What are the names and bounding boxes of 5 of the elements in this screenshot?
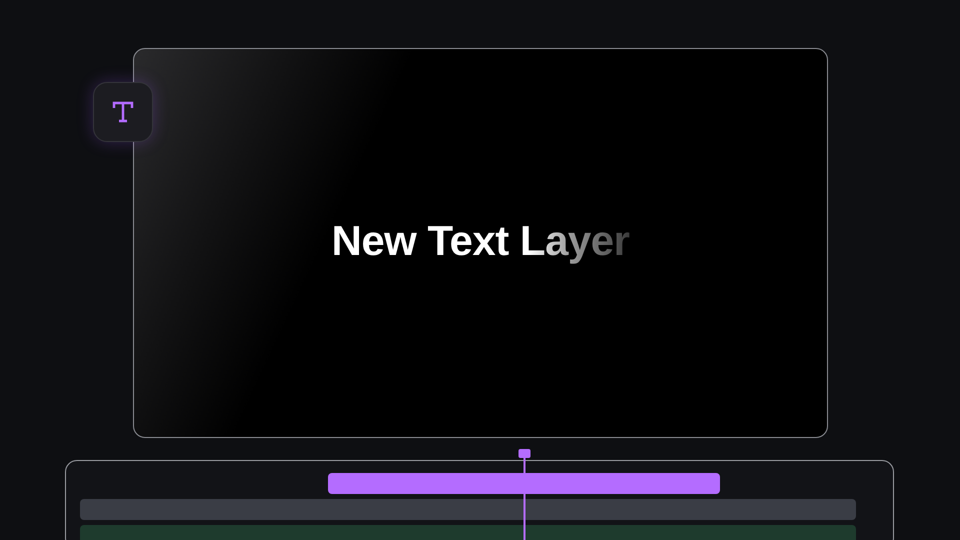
text-icon [112,100,134,124]
text-tool-button[interactable] [93,82,153,142]
track-clip[interactable] [80,499,856,520]
playhead[interactable] [518,449,531,540]
track-clip[interactable] [80,525,856,540]
